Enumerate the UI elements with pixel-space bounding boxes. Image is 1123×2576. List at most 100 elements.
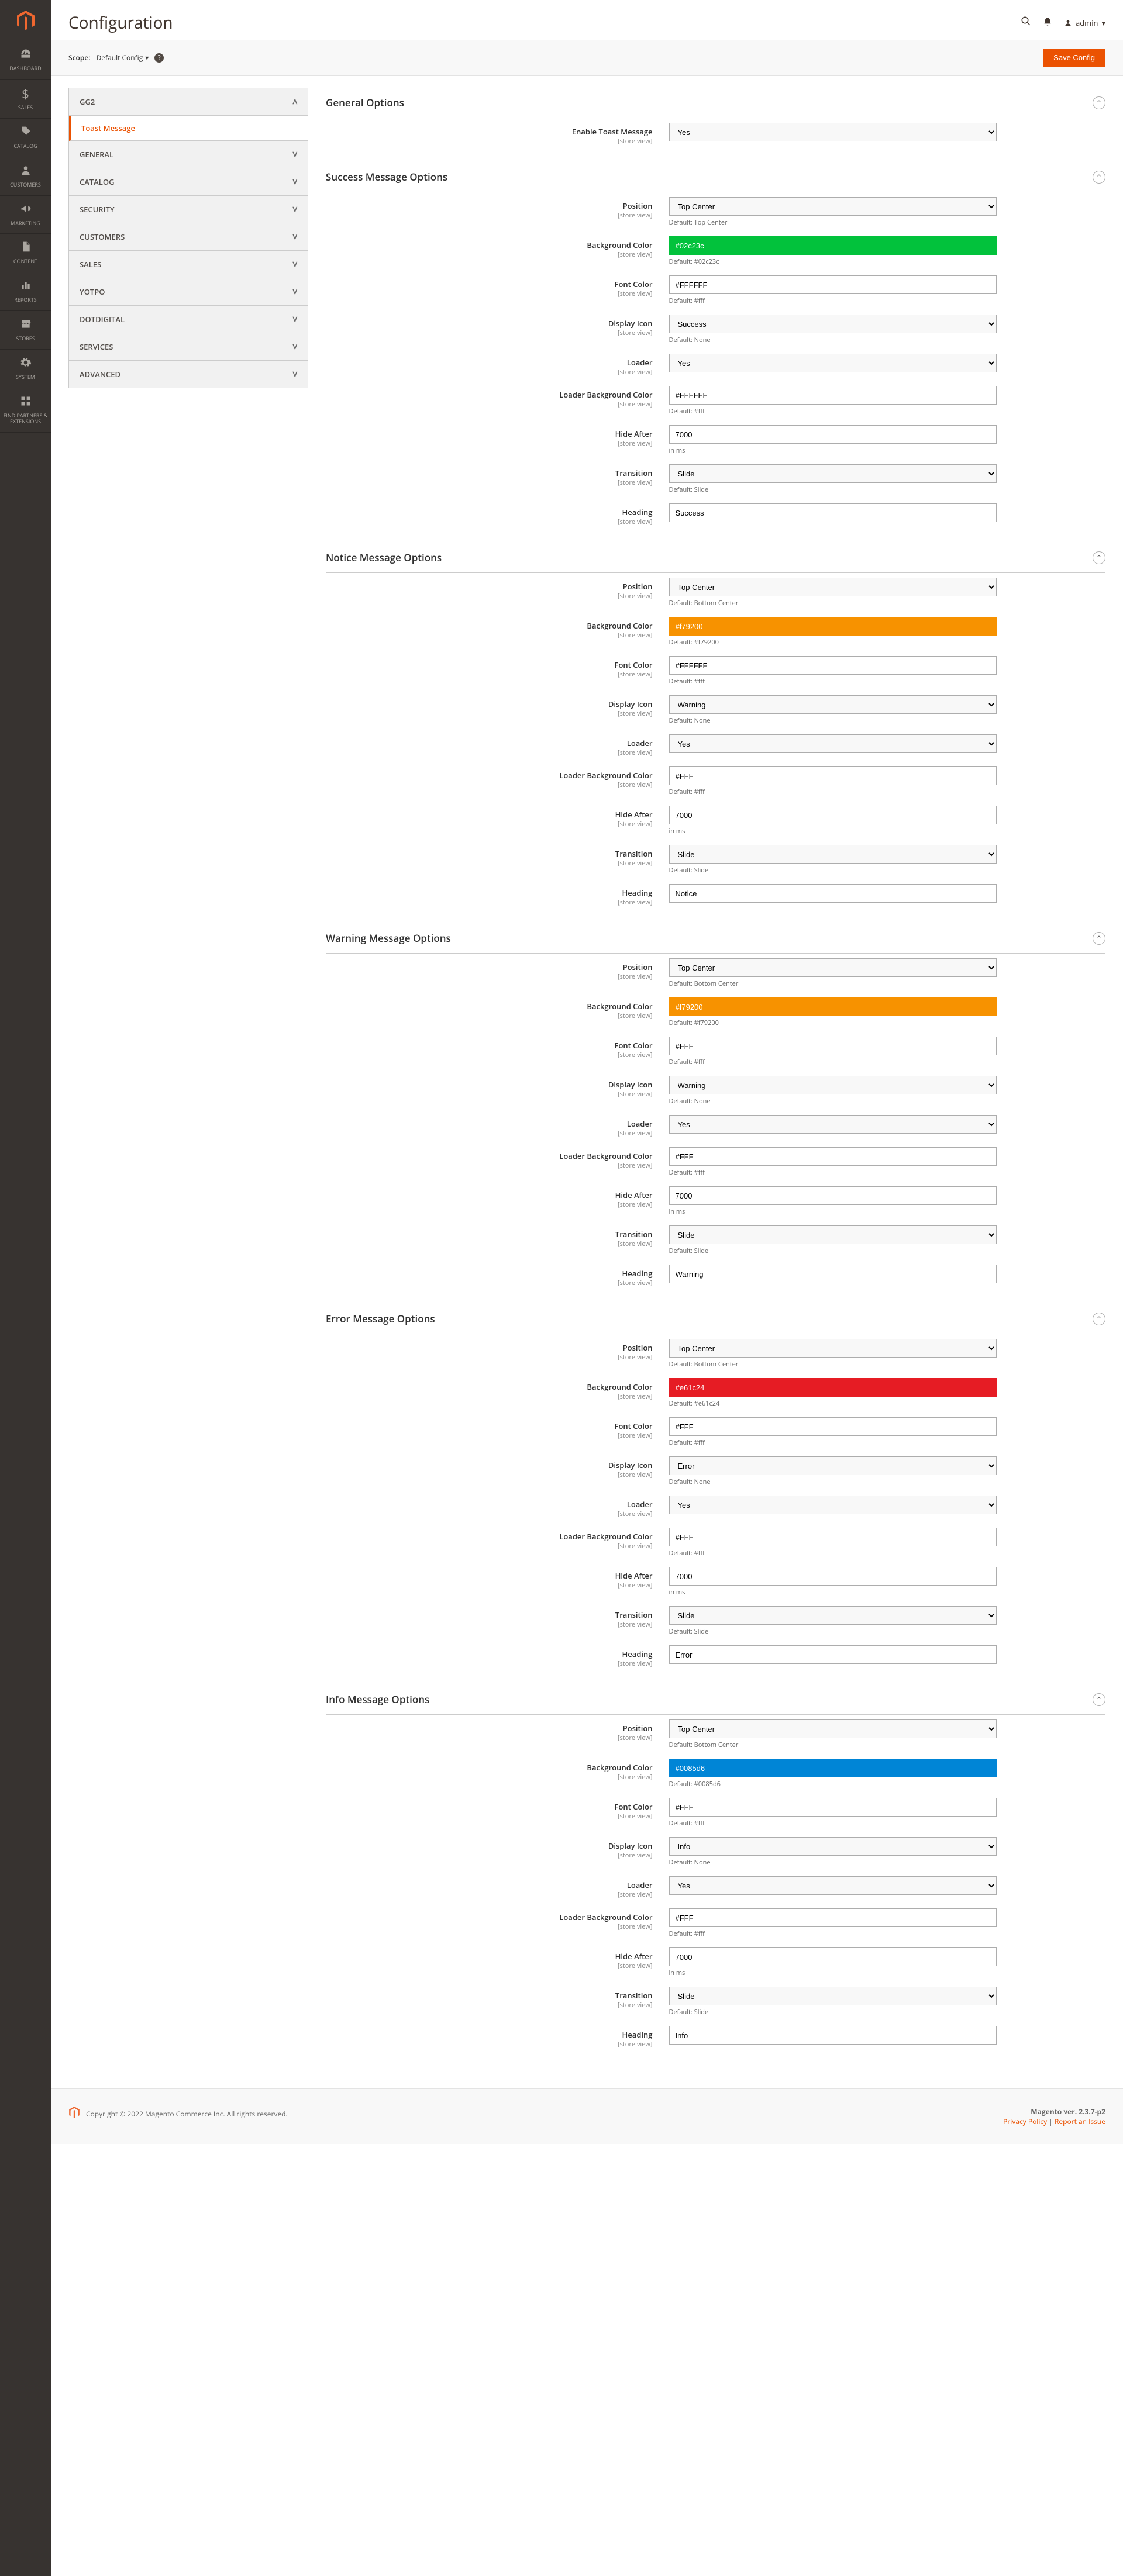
error-loader-select[interactable]: Yes: [669, 1496, 997, 1514]
success-transition-select[interactable]: Slide: [669, 464, 997, 483]
tab-security[interactable]: SECURITYᐯ: [69, 196, 308, 223]
notice-loader-select[interactable]: Yes: [669, 734, 997, 753]
nav-catalog[interactable]: CATALOG: [0, 119, 51, 157]
nav-marketing[interactable]: MARKETING: [0, 196, 51, 234]
warning-bgcolor-input[interactable]: [669, 997, 997, 1016]
nav-reports[interactable]: REPORTS: [0, 272, 51, 311]
success-hideafter-input[interactable]: [669, 425, 997, 444]
admin-user-menu[interactable]: admin ▾: [1064, 18, 1105, 28]
chevron-down-icon: ᐯ: [292, 205, 297, 214]
error-heading-input[interactable]: [669, 1645, 997, 1664]
nav-system[interactable]: SYSTEM: [0, 350, 51, 388]
nav-find-partners-extensions[interactable]: FIND PARTNERS & EXTENSIONS: [0, 388, 51, 433]
error-fontcolor-input[interactable]: [669, 1417, 997, 1436]
nav-dashboard[interactable]: DASHBOARD: [0, 41, 51, 80]
error-transition-select[interactable]: Slide: [669, 1606, 997, 1625]
tab-customers[interactable]: CUSTOMERSᐯ: [69, 223, 308, 251]
info-hideafter-input-note: in ms: [669, 1969, 997, 1977]
tag-icon: [20, 126, 32, 140]
enable-toast-select[interactable]: Yes: [669, 123, 997, 141]
chevron-down-icon: ᐯ: [292, 260, 297, 269]
warning-loader-select[interactable]: Yes: [669, 1115, 997, 1134]
fieldset-head-error[interactable]: Error Message Options ⌃: [326, 1304, 1105, 1334]
success-loader-select[interactable]: Yes: [669, 354, 997, 372]
success-fontcolor-input[interactable]: [669, 275, 997, 294]
help-icon[interactable]: ?: [154, 53, 164, 63]
page-icon: [20, 241, 32, 255]
error-hideafter-input[interactable]: [669, 1567, 997, 1586]
fieldset-head-info[interactable]: Info Message Options ⌃: [326, 1684, 1105, 1715]
error-bgcolor-input[interactable]: [669, 1378, 997, 1397]
warning-heading-input[interactable]: [669, 1265, 997, 1283]
success-loaderbg-input-note: Default: #fff: [669, 407, 997, 416]
warning-transition-select[interactable]: Slide: [669, 1225, 997, 1244]
warning-icon-select[interactable]: Warning: [669, 1076, 997, 1094]
tab-catalog[interactable]: CATALOGᐯ: [69, 168, 308, 196]
notice-icon-select[interactable]: Warning: [669, 695, 997, 714]
tab-sales[interactable]: SALESᐯ: [69, 251, 308, 278]
tab-dotdigital[interactable]: DOTDIGITALᐯ: [69, 306, 308, 333]
info-icon-select[interactable]: Info: [669, 1837, 997, 1856]
save-config-button[interactable]: Save Config: [1043, 49, 1105, 67]
success-transition-select-note: Default: Slide: [669, 485, 997, 494]
tab-general[interactable]: GENERALᐯ: [69, 141, 308, 168]
tab-gg2[interactable]: GG2ᐱ: [69, 88, 308, 116]
scope-selector[interactable]: Default Config ▾: [97, 53, 149, 63]
info-icon-select-note: Default: None: [669, 1858, 997, 1867]
nav-customers[interactable]: CUSTOMERS: [0, 157, 51, 196]
tab-advanced[interactable]: ADVANCEDᐯ: [69, 361, 308, 388]
error-icon-select[interactable]: Error: [669, 1456, 997, 1475]
magento-logo-small: [68, 2107, 80, 2121]
notice-fontcolor-input[interactable]: [669, 656, 997, 675]
info-transition-select-note: Default: Slide: [669, 2008, 997, 2016]
chevron-down-icon: ᐯ: [292, 233, 297, 241]
report-issue-link[interactable]: Report an Issue: [1055, 2116, 1105, 2126]
notice-bgcolor-input[interactable]: [669, 617, 997, 636]
success-hideafter-input-note: in ms: [669, 446, 997, 455]
warning-position-select[interactable]: Top Center: [669, 958, 997, 977]
chevron-down-icon: ᐯ: [292, 370, 297, 379]
fieldset-head-general[interactable]: General Options ⌃: [326, 88, 1105, 118]
notice-transition-select[interactable]: Slide: [669, 845, 997, 864]
nav-sales[interactable]: $SALES: [0, 80, 51, 119]
info-fontcolor-input[interactable]: [669, 1798, 997, 1817]
tab-yotpo[interactable]: YOTPOᐯ: [69, 278, 308, 306]
info-hideafter-input[interactable]: [669, 1947, 997, 1966]
fieldset-head-success[interactable]: Success Message Options ⌃: [326, 162, 1105, 192]
notice-position-select[interactable]: Top Center: [669, 578, 997, 596]
info-transition-select[interactable]: Slide: [669, 1987, 997, 2005]
success-position-select[interactable]: Top Center: [669, 197, 997, 216]
info-heading-input[interactable]: [669, 2026, 997, 2045]
error-loaderbg-input[interactable]: [669, 1528, 997, 1546]
notice-heading-input[interactable]: [669, 884, 997, 903]
fieldset-head-warning[interactable]: Warning Message Options ⌃: [326, 923, 1105, 954]
warning-loaderbg-input[interactable]: [669, 1147, 997, 1166]
nav-content[interactable]: CONTENT: [0, 234, 51, 272]
error-loaderbg-input-note: Default: #fff: [669, 1549, 997, 1558]
tab-services[interactable]: SERVICESᐯ: [69, 333, 308, 361]
warning-fontcolor-input[interactable]: [669, 1037, 997, 1055]
fieldset-success: Success Message Options ⌃ Position[store…: [326, 162, 1105, 531]
magento-logo[interactable]: [0, 0, 51, 41]
success-icon-select[interactable]: Success: [669, 315, 997, 333]
notice-hideafter-input[interactable]: [669, 806, 997, 824]
notice-bgcolor-input-note: Default: #f79200: [669, 638, 997, 647]
success-bgcolor-input[interactable]: [669, 236, 997, 255]
info-loaderbg-input[interactable]: [669, 1908, 997, 1927]
collapse-icon: ⌃: [1093, 171, 1105, 184]
success-loaderbg-input[interactable]: [669, 386, 997, 405]
info-loader-select[interactable]: Yes: [669, 1876, 997, 1895]
tab-sub-toast-message[interactable]: Toast Message: [69, 116, 308, 141]
privacy-policy-link[interactable]: Privacy Policy: [1003, 2116, 1047, 2126]
success-heading-input[interactable]: [669, 503, 997, 522]
notifications-icon[interactable]: [1043, 16, 1052, 30]
nav-stores[interactable]: STORES: [0, 311, 51, 350]
warning-hideafter-input[interactable]: [669, 1186, 997, 1205]
fieldset-head-notice[interactable]: Notice Message Options ⌃: [326, 543, 1105, 573]
error-position-select[interactable]: Top Center: [669, 1339, 997, 1358]
info-position-select[interactable]: Top Center: [669, 1719, 997, 1738]
success-bgcolor-input-note: Default: #02c23c: [669, 257, 997, 266]
notice-loaderbg-input[interactable]: [669, 766, 997, 785]
search-icon[interactable]: [1021, 16, 1031, 30]
info-bgcolor-input[interactable]: [669, 1759, 997, 1777]
